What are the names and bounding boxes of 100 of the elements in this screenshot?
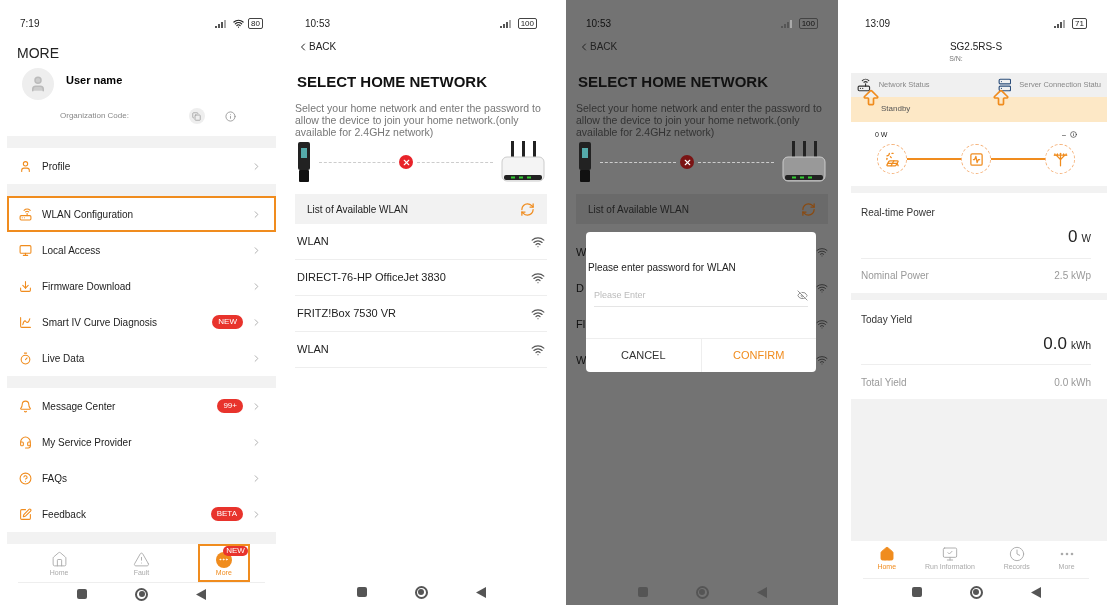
menu-item[interactable]: Feedback BETA <box>7 496 276 532</box>
description-text: Select your home network and enter the password to allow the device to join your home network.(only available for 2.4GHz network) <box>294 102 542 138</box>
network-row[interactable]: WLAN <box>295 224 547 260</box>
menu-item[interactable]: WLAN Configuration <box>7 196 276 232</box>
status-time: 13:09 <box>865 17 891 31</box>
network-row[interactable]: DIRECT-76-HP OfficeJet 3830 <box>295 260 547 296</box>
page-title: MORE <box>17 45 59 61</box>
chevron-icon <box>251 508 262 520</box>
menu-icon <box>19 399 32 413</box>
dongle-drawing <box>578 142 592 182</box>
metric-unit: kWh <box>1071 338 1091 353</box>
metric-label: Nominal Power <box>861 269 929 283</box>
home-nav-button[interactable] <box>135 587 148 601</box>
dialog-prompt: Please enter password for WLAN <box>587 261 737 275</box>
recent-apps-button[interactable] <box>77 589 87 599</box>
chevron-icon <box>251 208 262 220</box>
menu-icon <box>19 315 32 329</box>
tab-icon <box>878 546 895 563</box>
dongle-drawing <box>297 142 311 182</box>
menu-icon <box>19 279 32 293</box>
menu-item[interactable]: Message Center 99+ <box>7 388 276 424</box>
home-nav-button[interactable] <box>414 585 428 599</box>
menu-icon <box>19 243 32 257</box>
arrow-icon <box>991 87 1011 108</box>
back-button[interactable]: BACK <box>285 35 349 58</box>
battery-level: 100 <box>517 18 537 29</box>
menu-icon <box>19 435 32 449</box>
chevron-icon <box>251 160 262 172</box>
status-time: 7:19 <box>20 17 40 31</box>
tab-icon <box>941 546 958 563</box>
chevron-icon <box>251 244 262 256</box>
avatar-icon <box>22 68 54 100</box>
badge: BETA <box>210 507 243 521</box>
metric-value: 2.5 kWp <box>1054 269 1091 283</box>
status-time: 10:53 <box>305 17 331 31</box>
network-row[interactable]: WLAN <box>295 332 547 368</box>
network-name: D <box>576 280 585 296</box>
menu-item[interactable]: My Service Provider <box>7 424 276 460</box>
menu-item[interactable]: Smart IV Curve Diagnosis NEW <box>7 304 276 340</box>
router-drawing <box>501 141 545 183</box>
network-row[interactable]: FRITZ!Box 7530 VR <box>295 296 547 332</box>
user-name: User name <box>66 73 123 88</box>
tab-icon <box>1008 546 1025 563</box>
menu-item[interactable]: Profile <box>7 148 276 184</box>
back-nav-icon[interactable] <box>1030 586 1041 598</box>
menu-item[interactable]: Local Access <box>7 232 276 268</box>
menu-item[interactable]: Firmware Download <box>7 268 276 304</box>
hide-password-icon[interactable] <box>797 290 808 301</box>
metric-label: Today Yield <box>861 312 914 327</box>
chevron-icon <box>251 472 262 484</box>
page-title: SELECT HOME NETWORK <box>578 73 768 90</box>
info-icon[interactable] <box>224 110 236 122</box>
disconnected-icon <box>680 155 694 169</box>
cancel-button[interactable]: CANCEL <box>586 339 702 372</box>
info-icon[interactable] <box>1070 131 1077 139</box>
signal-icon <box>499 19 514 28</box>
list-header: List of Available WLAN <box>576 194 828 224</box>
wifi-icon <box>233 18 245 29</box>
battery-level: 100 <box>798 18 818 29</box>
router-drawing <box>782 141 826 183</box>
router-status-icon <box>857 77 871 92</box>
metric-unit: W <box>1081 232 1091 246</box>
copy-icon <box>192 111 202 121</box>
chevron-icon <box>251 436 262 448</box>
metric-value: 0 <box>1068 226 1078 248</box>
server-status-icon <box>997 77 1012 92</box>
back-nav-icon[interactable] <box>475 586 486 598</box>
menu-item[interactable]: FAQs <box>7 460 276 496</box>
menu-icon <box>19 507 32 521</box>
status-time: 10:53 <box>586 17 612 31</box>
device-model: SG2.5RS-S <box>949 40 1003 54</box>
tab-icon <box>1059 552 1074 557</box>
battery-level: 71 <box>1072 18 1087 29</box>
network-name: W <box>576 352 586 368</box>
network-name: W <box>576 244 586 260</box>
battery-level: 80 <box>248 18 263 29</box>
home-nav-button[interactable] <box>969 585 983 599</box>
arrow-icon <box>861 87 881 108</box>
disconnected-icon <box>399 155 413 169</box>
metric-label: Real-time Power <box>861 206 936 220</box>
recent-apps-button[interactable] <box>356 587 367 597</box>
badge: 99+ <box>217 399 243 413</box>
recent-apps-button[interactable] <box>911 587 922 597</box>
metric-label: Total Yield <box>861 375 907 390</box>
menu-icon <box>19 207 32 221</box>
network-name: Fl <box>576 316 586 332</box>
badge: NEW <box>212 315 243 329</box>
menu-icon <box>19 159 32 173</box>
chevron-icon <box>251 352 262 364</box>
badge: NEW <box>223 546 248 556</box>
page-title: SELECT HOME NETWORK <box>297 73 487 90</box>
organization-code-label: Organization Code: <box>60 110 129 122</box>
chevron-icon <box>251 280 262 292</box>
tab-icon <box>50 550 68 568</box>
menu-item[interactable]: Live Data <box>7 340 276 376</box>
chevron-icon <box>251 316 262 328</box>
password-field[interactable]: Please Enter <box>594 288 797 303</box>
list-header: List of Available WLAN <box>295 194 547 224</box>
back-nav-icon[interactable] <box>196 588 206 600</box>
tab-icon <box>133 550 150 568</box>
